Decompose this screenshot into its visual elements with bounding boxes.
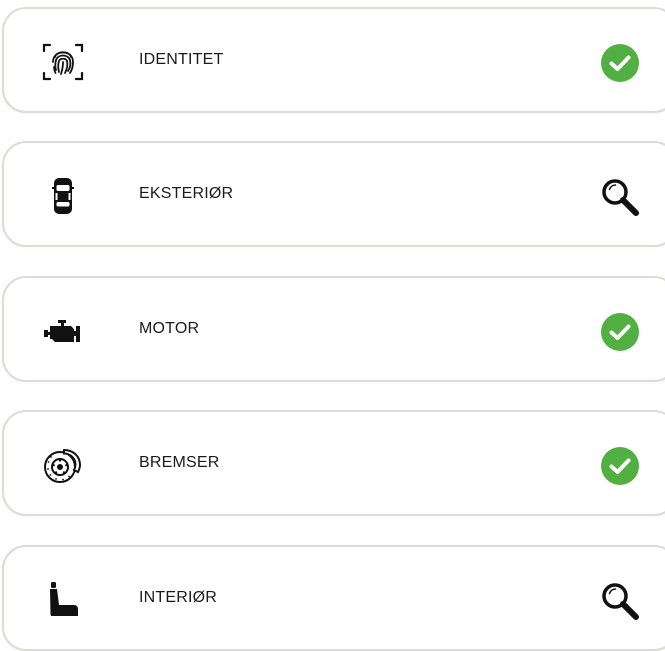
inspection-list: IDENTITET EKSTERIØR MOTOR BREMSER INTERI… — [0, 0, 665, 651]
brake-disc-icon — [41, 443, 85, 487]
magnifier-icon — [599, 176, 641, 218]
inspection-item-identitet[interactable]: IDENTITET — [2, 7, 665, 113]
inspection-item-label: MOTOR — [139, 320, 200, 337]
magnifier-icon — [599, 580, 641, 622]
inspection-item-label: INTERIØR — [139, 589, 218, 606]
engine-icon — [41, 309, 85, 353]
inspection-item-label: EKSTERIØR — [139, 185, 234, 202]
inspection-item-label: BREMSER — [139, 454, 220, 471]
car-seat-icon — [41, 578, 85, 622]
inspection-item-bremser[interactable]: BREMSER — [2, 410, 665, 516]
check-circle-icon — [599, 42, 641, 84]
car-top-view-icon — [41, 174, 85, 218]
inspection-item-interior[interactable]: INTERIØR — [2, 545, 665, 651]
inspection-item-eksterior[interactable]: EKSTERIØR — [2, 141, 665, 247]
check-circle-icon — [599, 445, 641, 487]
inspection-item-label: IDENTITET — [139, 51, 224, 68]
fingerprint-icon — [41, 40, 85, 84]
check-circle-icon — [599, 311, 641, 353]
inspection-item-motor[interactable]: MOTOR — [2, 276, 665, 382]
